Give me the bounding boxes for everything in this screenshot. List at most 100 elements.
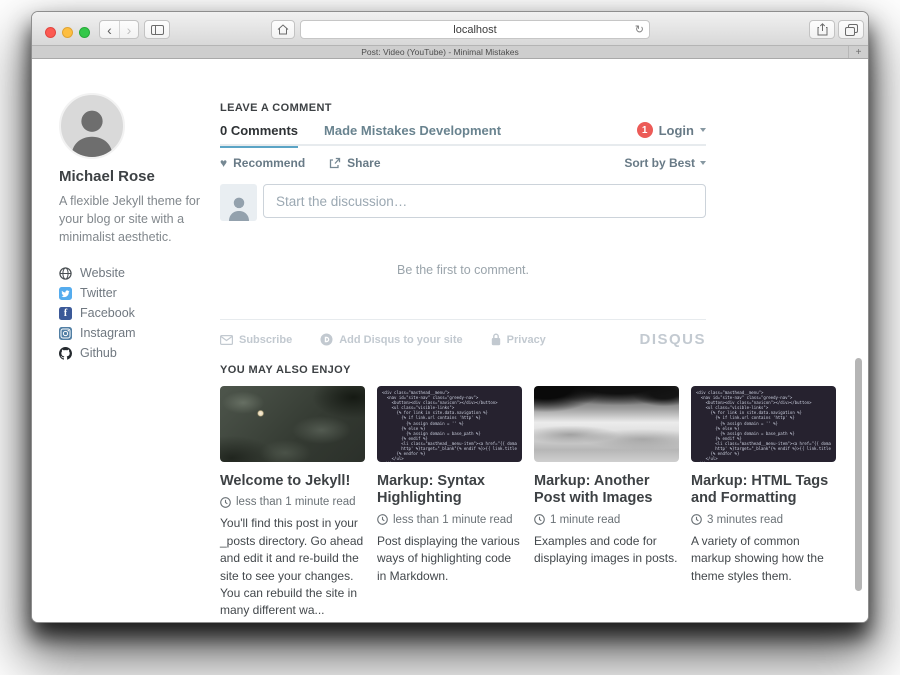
card-title[interactable]: Markup: Syntax Highlighting (377, 473, 522, 508)
add-disqus-link[interactable]: Add Disqus to your site (320, 333, 462, 346)
disqus-d-icon (320, 333, 333, 346)
code-screenshot-thumbnail: <div class="masthead__menu"> <nav id="si… (691, 386, 836, 462)
author-link-github[interactable]: Github (59, 343, 211, 363)
card-title[interactable]: Markup: HTML Tags and Formatting (691, 473, 836, 508)
author-link-label: Instagram (80, 326, 136, 340)
new-tab-button[interactable]: + (848, 46, 868, 58)
minimize-window-button[interactable] (62, 27, 73, 38)
related-card[interactable]: <div class="masthead__menu"> <nav id="si… (691, 386, 836, 620)
read-time: 1 minute read (550, 514, 620, 526)
privacy-label: Privacy (507, 334, 546, 346)
disqus-logo[interactable]: DISQUS (639, 331, 706, 348)
github-icon (59, 347, 72, 360)
clock-icon (377, 514, 388, 525)
author-links: Website Twitter f Facebook (59, 263, 211, 363)
chevron-down-icon (700, 161, 706, 165)
home-button[interactable] (271, 20, 295, 39)
sidebar-toggle-button[interactable] (144, 20, 170, 39)
close-window-button[interactable] (45, 27, 56, 38)
home-icon (277, 24, 289, 35)
login-label: Login (659, 123, 694, 138)
author-avatar (59, 93, 125, 159)
read-time: less than 1 minute read (393, 514, 513, 526)
card-excerpt: Examples and code for displaying images … (534, 533, 679, 568)
commenter-avatar (220, 184, 257, 221)
foggy-trees-thumbnail (534, 386, 679, 462)
subscribe-label: Subscribe (239, 334, 292, 346)
author-link-label: Website (80, 266, 125, 280)
disqus-footer-divider (220, 319, 706, 320)
share-page-button[interactable] (809, 20, 835, 39)
chevron-down-icon (700, 128, 706, 132)
page-scrollbar[interactable] (855, 358, 862, 591)
envelope-icon (220, 335, 233, 345)
author-link-label: Twitter (80, 286, 117, 300)
related-heading: YOU MAY ALSO ENJOY (220, 364, 836, 376)
card-excerpt: You'll find this post in your _posts dir… (220, 515, 365, 619)
active-tab[interactable]: Post: Video (YouTube) - Minimal Mistakes (32, 47, 848, 57)
heart-icon: ♥ (220, 157, 227, 169)
page-content: Michael Rose A flexible Jekyll theme for… (32, 59, 868, 622)
clock-icon (691, 514, 702, 525)
lock-icon (491, 333, 501, 346)
tab-community[interactable]: Made Mistakes Development (324, 123, 501, 146)
disqus-footer: Subscribe Add Disqus to your site Privac… (220, 331, 706, 348)
related-cards: Welcome to Jekyll! less than 1 minute re… (220, 386, 836, 620)
comments-section: LEAVE A COMMENT 0 Comments Made Mistakes… (220, 102, 706, 348)
share-label: Share (347, 156, 380, 170)
comments-heading: LEAVE A COMMENT (220, 102, 706, 114)
tab-bar: Post: Video (YouTube) - Minimal Mistakes… (32, 46, 868, 59)
zoom-window-button[interactable] (79, 27, 90, 38)
author-link-website[interactable]: Website (59, 263, 211, 283)
share-thread-button[interactable]: Share (329, 156, 380, 170)
login-menu[interactable]: 1 Login (637, 122, 706, 146)
related-card[interactable]: Markup: Another Post with Images 1 minut… (534, 386, 679, 620)
author-link-twitter[interactable]: Twitter (59, 283, 211, 303)
refresh-icon[interactable]: ↻ (635, 23, 644, 36)
author-bio: A flexible Jekyll theme for your blog or… (59, 192, 211, 246)
code-snippet: <div class="masthead__menu"> <nav id="si… (696, 390, 831, 462)
moss-pearl-thumbnail (220, 386, 365, 462)
card-excerpt: Post displaying the various ways of high… (377, 533, 522, 585)
read-time: 3 minutes read (707, 514, 783, 526)
sidebar-toggle-icon (151, 25, 164, 35)
person-icon (63, 99, 121, 157)
disqus-tabs: 0 Comments Made Mistakes Development 1 L… (220, 124, 706, 146)
related-card[interactable]: <div class="masthead__menu"> <nav id="si… (377, 386, 522, 620)
author-name: Michael Rose (59, 168, 211, 185)
comment-compose (220, 184, 706, 221)
sort-menu[interactable]: Sort by Best (624, 156, 706, 170)
author-link-facebook[interactable]: f Facebook (59, 303, 211, 323)
read-time: less than 1 minute read (236, 496, 356, 508)
share-icon (817, 23, 828, 36)
card-title[interactable]: Markup: Another Post with Images (534, 473, 679, 508)
sort-label: Sort by Best (624, 156, 695, 170)
address-bar[interactable]: ↻ (300, 20, 650, 39)
tab-comment-count[interactable]: 0 Comments (220, 123, 298, 146)
author-link-instagram[interactable]: Instagram (59, 323, 211, 343)
facebook-icon: f (59, 307, 72, 320)
share-arrow-icon (329, 157, 341, 169)
code-screenshot-thumbnail: <div class="masthead__menu"> <nav id="si… (377, 386, 522, 462)
browser-window: ‹ › ↻ (31, 11, 869, 623)
globe-icon (59, 267, 72, 280)
comment-input[interactable] (263, 184, 706, 218)
author-link-label: Github (80, 346, 117, 360)
tab-overview-icon (845, 24, 858, 36)
privacy-link[interactable]: Privacy (491, 333, 546, 346)
tab-overview-button[interactable] (838, 20, 864, 39)
author-sidebar: Michael Rose A flexible Jekyll theme for… (59, 93, 211, 363)
subscribe-link[interactable]: Subscribe (220, 334, 292, 346)
disqus-actions: ♥ Recommend Share Sort by Best (220, 155, 706, 171)
related-card[interactable]: Welcome to Jekyll! less than 1 minute re… (220, 386, 365, 620)
login-notification-badge: 1 (637, 122, 653, 138)
address-input[interactable] (301, 24, 649, 36)
forward-button[interactable]: › (119, 21, 138, 38)
card-excerpt: A variety of common markup showing how t… (691, 533, 836, 585)
back-button[interactable]: ‹ (100, 21, 119, 38)
recommend-button[interactable]: ♥ Recommend (220, 156, 305, 170)
browser-toolbar: ‹ › ↻ (32, 12, 868, 46)
recommend-label: Recommend (233, 156, 305, 170)
related-posts-section: YOU MAY ALSO ENJOY Welcome to Jekyll! le… (220, 364, 836, 620)
card-title[interactable]: Welcome to Jekyll! (220, 473, 365, 490)
